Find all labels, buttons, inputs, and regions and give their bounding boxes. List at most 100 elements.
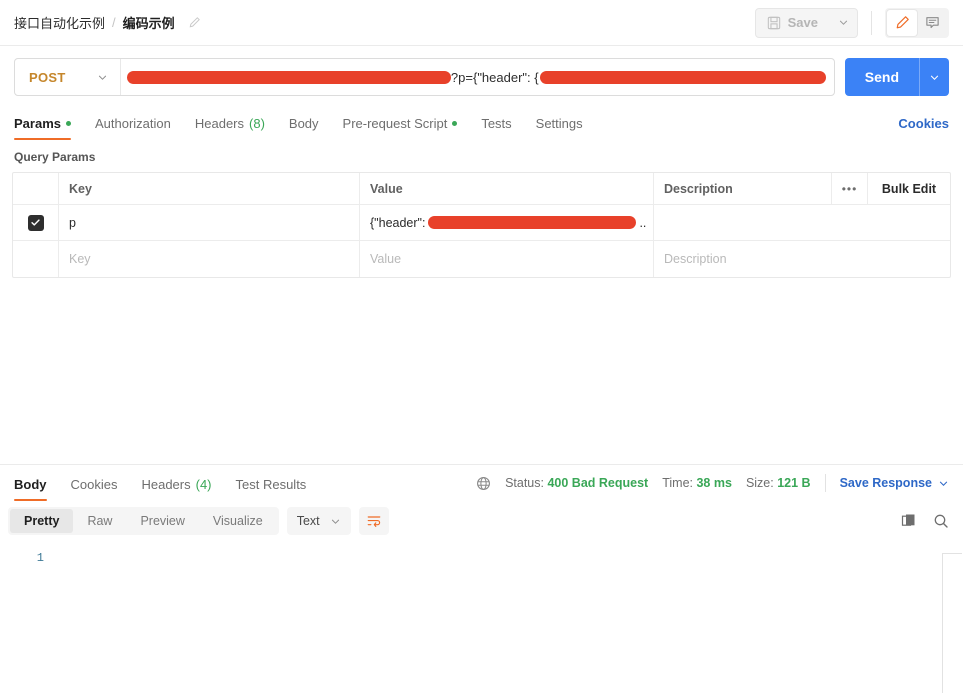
response-tab-headers[interactable]: Headers (4) <box>129 467 223 501</box>
row-value-prefix: {"header": <box>370 215 426 230</box>
table-row[interactable]: p {"header": .. <box>13 205 950 241</box>
empty-row-value-input[interactable]: Value <box>360 241 654 277</box>
edit-mode-button[interactable] <box>887 9 917 36</box>
empty-row-checkbox[interactable] <box>13 241 59 277</box>
tab-headers-count: (8) <box>249 115 265 131</box>
floppy-disk-icon <box>767 16 780 29</box>
save-response-button[interactable]: Save Response <box>840 476 949 490</box>
comments-button[interactable] <box>917 10 947 36</box>
response-tab-cookies[interactable]: Cookies <box>59 467 130 501</box>
size-meta: Size: 121 B <box>746 476 811 490</box>
send-button[interactable]: Send <box>845 58 919 96</box>
row-value-redaction-bar <box>428 216 637 229</box>
tab-pre-request-script[interactable]: Pre-request Script <box>331 106 470 140</box>
tab-tests[interactable]: Tests <box>469 106 523 140</box>
breadcrumb-separator: / <box>112 15 116 30</box>
response-format-select[interactable]: Text <box>286 507 351 535</box>
response-header: Body Cookies Headers (4) Test Results St… <box>0 465 963 501</box>
response-body[interactable]: 1 <box>0 543 963 693</box>
response-tab-headers-label: Headers <box>141 476 191 492</box>
http-method-select[interactable]: POST <box>15 59 121 95</box>
response-format-value: Text <box>296 514 320 528</box>
response-tab-body-label: Body <box>14 476 47 492</box>
empty-row-key-input[interactable]: Key <box>59 241 360 277</box>
tab-params-label: Params <box>14 115 61 131</box>
header-cell-value: Value <box>360 173 654 204</box>
cookies-link[interactable]: Cookies <box>898 106 949 140</box>
row-checkbox[interactable] <box>13 205 59 240</box>
tab-headers-label: Headers <box>194 115 245 131</box>
line-number-gutter: 1 <box>0 551 44 565</box>
status-meta: Status: 400 Bad Request <box>505 476 648 490</box>
response-toolbar: Pretty Raw Preview Visualize Text <box>0 501 963 543</box>
bulk-edit-label: Bulk Edit <box>881 181 937 196</box>
send-button-group[interactable]: Send <box>844 58 949 96</box>
edit-pencil-icon[interactable] <box>188 16 201 29</box>
response-view-mode-group: Pretty Raw Preview Visualize <box>8 507 279 535</box>
copy-icon[interactable] <box>901 513 917 529</box>
view-mode-pretty[interactable]: Pretty <box>10 509 74 533</box>
table-options-ellipsis-icon[interactable]: ••• <box>832 173 868 204</box>
breadcrumb-parent[interactable]: 接口自动化示例 <box>14 13 105 32</box>
toolbar-divider <box>871 10 872 35</box>
tab-authorization[interactable]: Authorization <box>83 106 183 140</box>
response-tab-body[interactable]: Body <box>14 467 59 501</box>
tab-body[interactable]: Body <box>277 106 331 140</box>
view-mode-preview[interactable]: Preview <box>126 509 198 533</box>
response-tabs: Body Cookies Headers (4) Test Results <box>14 465 318 501</box>
time-meta: Time: 38 ms <box>662 476 732 490</box>
row-key-input[interactable]: p <box>59 205 360 240</box>
save-button[interactable]: Save <box>756 9 829 37</box>
word-wrap-toggle[interactable] <box>358 507 389 535</box>
http-method-label: POST <box>29 69 66 85</box>
response-tab-cookies-label: Cookies <box>70 476 118 492</box>
line-number: 1 <box>36 551 44 565</box>
tab-params[interactable]: Params <box>14 106 83 140</box>
breadcrumb-current[interactable]: 编码示例 <box>123 13 175 32</box>
save-button-group[interactable]: Save <box>754 7 858 38</box>
empty-row-description-input[interactable]: Description <box>654 241 950 277</box>
word-wrap-icon <box>367 516 381 527</box>
time-value: 38 ms <box>696 476 732 490</box>
top-bar: 接口自动化示例 / 编码示例 Save <box>0 0 963 46</box>
time-label: Time: <box>662 476 693 490</box>
header-cell-key: Key <box>59 173 360 204</box>
url-redaction-bar-2 <box>539 70 826 84</box>
table-header-row: Key Value Description ••• Bulk Edit <box>13 173 950 205</box>
row-value-input[interactable]: {"header": .. <box>360 205 654 240</box>
format-chevron-down-icon <box>330 516 341 527</box>
tab-params-modified-dot-icon <box>65 120 71 126</box>
url-input-wrapper: POST ?p={"header": { <box>14 58 835 96</box>
table-row-empty[interactable]: Key Value Description <box>13 241 950 277</box>
view-mode-icon-group <box>885 7 949 38</box>
top-bar-actions: Save <box>754 7 949 38</box>
url-input[interactable]: ?p={"header": { <box>121 59 834 95</box>
tab-authorization-label: Authorization <box>94 115 171 131</box>
size-value: 121 B <box>777 476 811 490</box>
pencil-icon <box>896 16 909 29</box>
response-tab-test-results[interactable]: Test Results <box>224 467 319 501</box>
method-chevron-down-icon <box>97 72 108 83</box>
header-cell-description: Description <box>654 173 832 204</box>
checkbox-checked-icon <box>27 214 44 231</box>
tab-tests-label: Tests <box>481 115 512 131</box>
query-params-table: Key Value Description ••• Bulk Edit p {"… <box>12 172 951 278</box>
view-mode-visualize[interactable]: Visualize <box>199 509 277 533</box>
body-vertical-divider <box>942 553 943 693</box>
tab-settings[interactable]: Settings <box>524 106 595 140</box>
bulk-edit-button[interactable]: Bulk Edit <box>868 173 950 204</box>
response-meta: Status: 400 Bad Request Time: 38 ms Size… <box>476 474 949 492</box>
tab-pre-request-script-modified-dot-icon <box>452 120 458 126</box>
save-response-chevron-down-icon <box>938 478 949 489</box>
url-visible-text: ?p={"header": { <box>450 69 539 85</box>
search-icon[interactable] <box>933 513 949 529</box>
breadcrumb: 接口自动化示例 / 编码示例 <box>14 13 201 32</box>
row-description-input[interactable] <box>654 205 950 240</box>
view-mode-raw[interactable]: Raw <box>73 509 126 533</box>
tab-headers[interactable]: Headers (8) <box>183 106 277 140</box>
response-toolbar-actions <box>901 513 949 529</box>
size-label: Size: <box>745 476 774 490</box>
save-dropdown-chevron-down-icon[interactable] <box>829 9 857 37</box>
send-dropdown-chevron-down-icon[interactable] <box>919 58 949 96</box>
response-tab-test-results-label: Test Results <box>235 476 307 492</box>
